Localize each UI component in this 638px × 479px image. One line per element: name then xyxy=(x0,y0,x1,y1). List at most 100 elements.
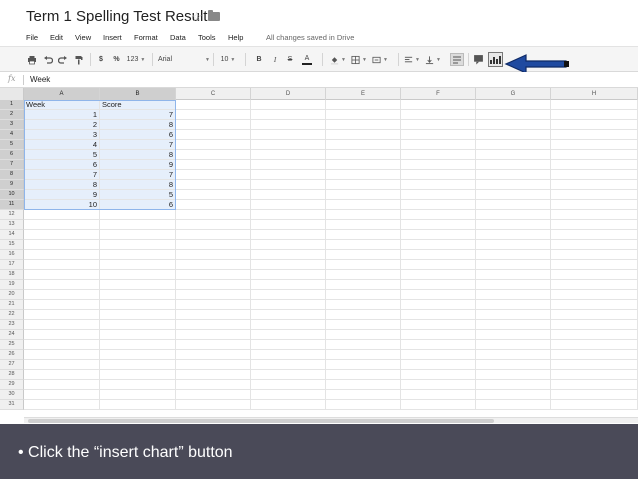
cell-h30[interactable] xyxy=(551,390,638,400)
row-header-13[interactable]: 13 xyxy=(0,220,24,230)
cell-b11[interactable]: 6 xyxy=(100,200,176,210)
cell-h6[interactable] xyxy=(551,150,638,160)
text-color-button[interactable]: A xyxy=(300,53,314,66)
cell-e24[interactable] xyxy=(326,330,401,340)
cell-g6[interactable] xyxy=(476,150,551,160)
cell-c9[interactable] xyxy=(176,180,251,190)
cell-h21[interactable] xyxy=(551,300,638,310)
cell-c26[interactable] xyxy=(176,350,251,360)
cell-g26[interactable] xyxy=(476,350,551,360)
cell-g14[interactable] xyxy=(476,230,551,240)
cell-e12[interactable] xyxy=(326,210,401,220)
cell-g25[interactable] xyxy=(476,340,551,350)
cell-d5[interactable] xyxy=(251,140,326,150)
cell-g20[interactable] xyxy=(476,290,551,300)
print-button[interactable] xyxy=(26,53,38,66)
cell-a17[interactable] xyxy=(24,260,100,270)
cell-g19[interactable] xyxy=(476,280,551,290)
cell-e29[interactable] xyxy=(326,380,401,390)
cell-f6[interactable] xyxy=(401,150,476,160)
cell-b9[interactable]: 8 xyxy=(100,180,176,190)
cell-b17[interactable] xyxy=(100,260,176,270)
cell-e21[interactable] xyxy=(326,300,401,310)
cell-a7[interactable]: 6 xyxy=(24,160,100,170)
cell-g21[interactable] xyxy=(476,300,551,310)
cell-f22[interactable] xyxy=(401,310,476,320)
cell-h10[interactable] xyxy=(551,190,638,200)
cell-f26[interactable] xyxy=(401,350,476,360)
cell-f16[interactable] xyxy=(401,250,476,260)
cell-h31[interactable] xyxy=(551,400,638,410)
cell-c19[interactable] xyxy=(176,280,251,290)
cell-a23[interactable] xyxy=(24,320,100,330)
cell-h27[interactable] xyxy=(551,360,638,370)
insert-comment-button[interactable] xyxy=(472,53,485,66)
cell-d11[interactable] xyxy=(251,200,326,210)
cell-b28[interactable] xyxy=(100,370,176,380)
cell-b1[interactable]: Score xyxy=(100,100,176,110)
cell-a16[interactable] xyxy=(24,250,100,260)
cell-f18[interactable] xyxy=(401,270,476,280)
cell-h20[interactable] xyxy=(551,290,638,300)
italic-button[interactable]: I xyxy=(270,53,280,66)
cell-d30[interactable] xyxy=(251,390,326,400)
menu-view[interactable]: View xyxy=(75,33,91,42)
cell-a4[interactable]: 3 xyxy=(24,130,100,140)
cell-g4[interactable] xyxy=(476,130,551,140)
row-header-16[interactable]: 16 xyxy=(0,250,24,260)
cell-e19[interactable] xyxy=(326,280,401,290)
cell-b6[interactable]: 8 xyxy=(100,150,176,160)
cell-a8[interactable]: 7 xyxy=(24,170,100,180)
cell-d14[interactable] xyxy=(251,230,326,240)
cell-g31[interactable] xyxy=(476,400,551,410)
cell-e5[interactable] xyxy=(326,140,401,150)
cell-e17[interactable] xyxy=(326,260,401,270)
row-header-11[interactable]: 11 xyxy=(0,200,24,210)
cell-h24[interactable] xyxy=(551,330,638,340)
cell-b29[interactable] xyxy=(100,380,176,390)
row-header-30[interactable]: 30 xyxy=(0,390,24,400)
scrollbar-thumb[interactable] xyxy=(28,419,494,423)
cell-f1[interactable] xyxy=(401,100,476,110)
column-header-a[interactable]: A xyxy=(24,88,100,100)
save-status[interactable]: All changes saved in Drive xyxy=(266,33,354,42)
cell-f10[interactable] xyxy=(401,190,476,200)
cell-a3[interactable]: 2 xyxy=(24,120,100,130)
cell-e31[interactable] xyxy=(326,400,401,410)
cell-g23[interactable] xyxy=(476,320,551,330)
cell-e7[interactable] xyxy=(326,160,401,170)
cell-c10[interactable] xyxy=(176,190,251,200)
row-header-12[interactable]: 12 xyxy=(0,210,24,220)
cell-f8[interactable] xyxy=(401,170,476,180)
cell-g1[interactable] xyxy=(476,100,551,110)
cell-b7[interactable]: 9 xyxy=(100,160,176,170)
cell-f21[interactable] xyxy=(401,300,476,310)
cell-h8[interactable] xyxy=(551,170,638,180)
cell-c4[interactable] xyxy=(176,130,251,140)
cell-d24[interactable] xyxy=(251,330,326,340)
cell-b21[interactable] xyxy=(100,300,176,310)
cell-b8[interactable]: 7 xyxy=(100,170,176,180)
cell-b26[interactable] xyxy=(100,350,176,360)
cell-f24[interactable] xyxy=(401,330,476,340)
row-header-24[interactable]: 24 xyxy=(0,330,24,340)
cell-f31[interactable] xyxy=(401,400,476,410)
cell-f17[interactable] xyxy=(401,260,476,270)
cell-d22[interactable] xyxy=(251,310,326,320)
cell-c15[interactable] xyxy=(176,240,251,250)
cell-f27[interactable] xyxy=(401,360,476,370)
undo-button[interactable] xyxy=(42,53,54,66)
menu-edit[interactable]: Edit xyxy=(50,33,63,42)
cell-b2[interactable]: 7 xyxy=(100,110,176,120)
cell-b15[interactable] xyxy=(100,240,176,250)
cell-h5[interactable] xyxy=(551,140,638,150)
cell-c21[interactable] xyxy=(176,300,251,310)
cell-h9[interactable] xyxy=(551,180,638,190)
cell-e6[interactable] xyxy=(326,150,401,160)
horizontal-scrollbar[interactable] xyxy=(24,417,638,423)
strikethrough-button[interactable]: S xyxy=(285,53,295,66)
cell-d6[interactable] xyxy=(251,150,326,160)
cell-e23[interactable] xyxy=(326,320,401,330)
bold-button[interactable]: B xyxy=(254,53,264,66)
row-header-25[interactable]: 25 xyxy=(0,340,24,350)
